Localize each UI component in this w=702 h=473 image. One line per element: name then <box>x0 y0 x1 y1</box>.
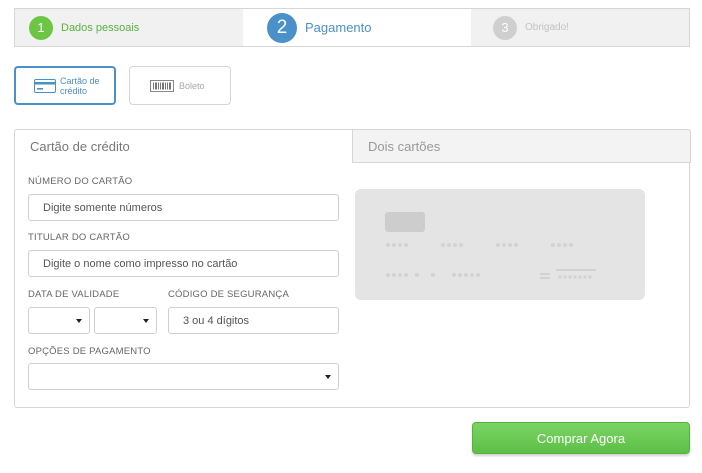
method-boleto-label: Boleto <box>179 80 205 91</box>
comprar-agora-button[interactable]: Comprar Agora <box>472 422 690 454</box>
card-holder-input[interactable]: Digite o nome como impresso no cartão <box>28 250 339 277</box>
step-number: 2 <box>267 12 297 43</box>
step-number: 1 <box>29 15 53 40</box>
chevron-down-icon <box>143 319 149 323</box>
tab-dois-cartoes[interactable]: Dois cartões <box>352 129 691 163</box>
step-dados-pessoais[interactable]: 1 Dados pessoais <box>15 9 243 46</box>
card-preview-graphic <box>385 212 596 279</box>
cvv-label: CÓDIGO DE SEGURANÇA <box>168 289 289 300</box>
step-label: Obrigado! <box>525 22 569 33</box>
chevron-down-icon <box>325 375 331 379</box>
step-separator <box>229 9 243 46</box>
method-card-label: Cartão de crédito <box>60 75 100 96</box>
credit-card-icon <box>34 78 56 93</box>
tab-label: Cartão de crédito <box>30 139 130 154</box>
checkout-stepper: 1 Dados pessoais 2 Pagamento 3 Obrigado! <box>14 8 690 47</box>
expiry-month-select[interactable] <box>28 307 90 334</box>
step-obrigado: 3 Obrigado! <box>471 9 689 46</box>
chevron-down-icon <box>76 319 82 323</box>
installments-label: OPÇÕES DE PAGAMENTO <box>28 346 151 357</box>
step-number: 3 <box>493 15 517 40</box>
card-number-label: NÚMERO DO CARTÃO <box>28 176 133 187</box>
step-pagamento: 2 Pagamento <box>243 9 471 46</box>
installments-select[interactable] <box>28 363 339 390</box>
step-separator <box>453 9 471 46</box>
step-label: Dados pessoais <box>61 21 140 34</box>
expiry-year-select[interactable] <box>94 307 157 334</box>
expiry-label: DATA DE VALIDADE <box>28 289 120 300</box>
credit-card-illustration <box>355 189 645 300</box>
tab-label: Dois cartões <box>368 138 441 154</box>
step-label: Pagamento <box>305 20 372 35</box>
tab-cartao-de-credito[interactable]: Cartão de crédito <box>14 129 353 163</box>
card-number-input[interactable]: Digite somente números <box>28 194 339 221</box>
cvv-input[interactable]: 3 ou 4 dígitos <box>168 307 339 334</box>
method-credit-card-button[interactable]: Cartão de crédito <box>14 66 116 105</box>
card-holder-label: TITULAR DO CARTÃO <box>28 232 130 243</box>
barcode-icon <box>150 79 174 92</box>
method-boleto-button[interactable]: Boleto <box>129 66 231 105</box>
